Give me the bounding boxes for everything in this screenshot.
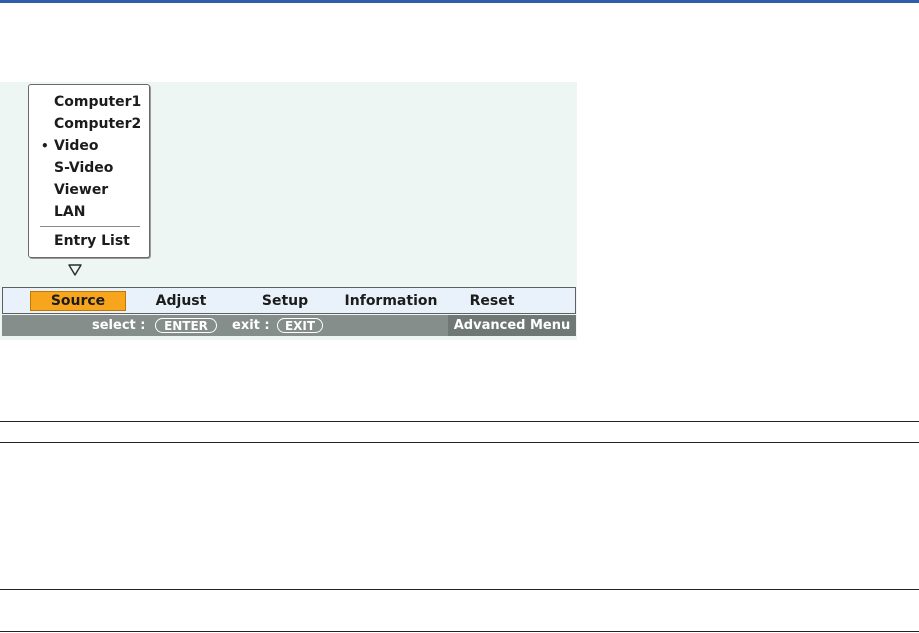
table-rule-top xyxy=(0,421,919,422)
exit-hint-label: exit : xyxy=(232,318,270,333)
source-item-computer1[interactable]: Computer1 xyxy=(54,92,141,112)
advanced-menu-button[interactable]: Advanced Menu xyxy=(448,315,576,336)
triangle-down-outline-icon xyxy=(68,264,82,276)
tab-information[interactable]: Information xyxy=(339,291,443,311)
source-item-computer2[interactable]: Computer2 xyxy=(54,114,141,134)
select-hint-label: select : xyxy=(92,318,146,333)
source-item-viewer[interactable]: Viewer xyxy=(54,180,108,200)
exit-key-badge: EXIT xyxy=(277,318,323,333)
source-item-video[interactable]: Video xyxy=(54,136,99,156)
table-rule-bottom xyxy=(0,631,919,632)
help-status-bar: select : ENTER exit : EXIT Advanced Menu xyxy=(2,315,576,336)
tab-adjust[interactable]: Adjust xyxy=(143,291,219,311)
selected-bullet-icon: • xyxy=(41,139,49,153)
enter-key-badge: ENTER xyxy=(155,318,217,333)
source-item-lan[interactable]: LAN xyxy=(54,202,85,222)
tab-source[interactable]: Source xyxy=(30,291,126,311)
table-rule-middle xyxy=(0,589,919,590)
top-accent-rule xyxy=(0,0,919,3)
tab-setup[interactable]: Setup xyxy=(247,291,323,311)
source-item-entry-list[interactable]: Entry List xyxy=(54,231,130,251)
source-dropdown-menu: Computer1 Computer2 • Video S-Video View… xyxy=(28,84,150,258)
table-rule-header xyxy=(0,442,919,443)
main-menu-bar: Source Adjust Setup Information Reset xyxy=(2,287,576,314)
tab-reset[interactable]: Reset xyxy=(457,291,527,311)
dropdown-divider xyxy=(40,226,140,228)
source-item-s-video[interactable]: S-Video xyxy=(54,158,113,178)
